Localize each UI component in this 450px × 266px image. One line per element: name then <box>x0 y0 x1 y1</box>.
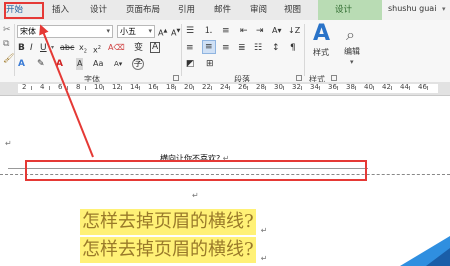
annotation-arrow <box>39 24 94 158</box>
